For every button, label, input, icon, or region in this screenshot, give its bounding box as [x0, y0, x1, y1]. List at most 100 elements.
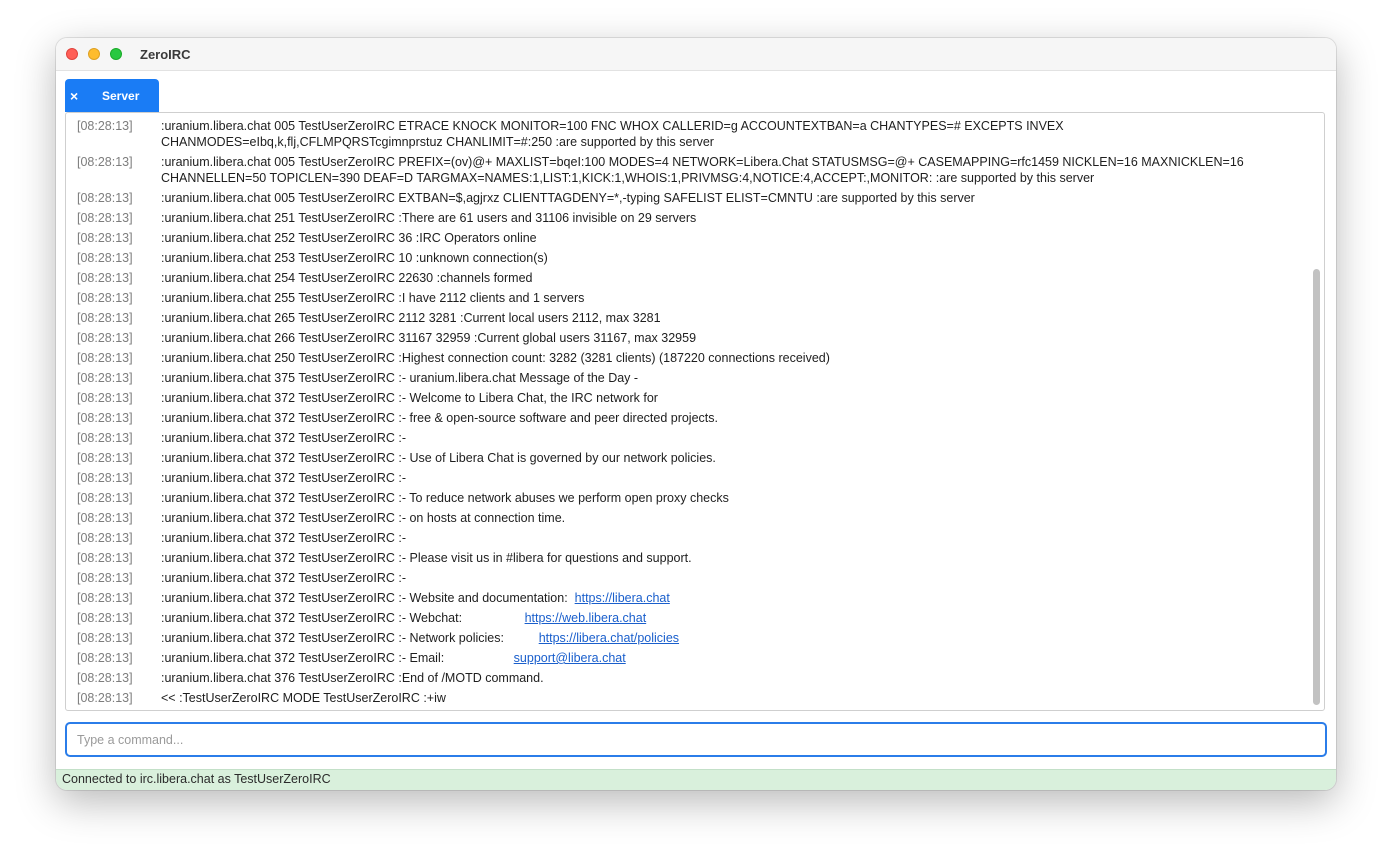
log-message-text: :uranium.libera.chat 005 TestUserZeroIRC… — [161, 119, 1068, 149]
log-message-text: :uranium.libera.chat 372 TestUserZeroIRC… — [161, 391, 658, 405]
log-timestamp: [08:28:13] — [77, 211, 133, 225]
log-line: [08:28:13] :uranium.libera.chat 375 TestU… — [66, 370, 1306, 386]
log-line: [08:28:13] :uranium.libera.chat 372 TestU… — [66, 630, 1306, 646]
log-message-text: :uranium.libera.chat 254 TestUserZeroIRC… — [161, 271, 533, 285]
log-message: :uranium.libera.chat 376 TestUserZeroIRC… — [161, 670, 1306, 686]
tab-label: Server — [102, 89, 140, 103]
log-message-text: :uranium.libera.chat 372 TestUserZeroIRC… — [161, 571, 407, 585]
log-message: :uranium.libera.chat 372 TestUserZeroIRC… — [161, 550, 1306, 566]
log-message-text: :uranium.libera.chat 253 TestUserZeroIRC… — [161, 251, 548, 265]
log-message-text: :uranium.libera.chat 005 TestUserZeroIRC… — [161, 191, 975, 205]
log-line: [08:28:13] :uranium.libera.chat 372 TestU… — [66, 430, 1306, 446]
log-message: :uranium.libera.chat 266 TestUserZeroIRC… — [161, 330, 1306, 346]
log-line: [08:28:13] :uranium.libera.chat 372 TestU… — [66, 590, 1306, 606]
log-message: :uranium.libera.chat 372 TestUserZeroIRC… — [161, 490, 1306, 506]
log-timestamp: [08:28:13] — [77, 611, 133, 625]
log-timestamp: [08:28:13] — [77, 551, 133, 565]
window-maximize-button[interactable] — [110, 48, 122, 60]
log-timestamp: [08:28:13] — [77, 119, 133, 133]
log-message: :uranium.libera.chat 005 TestUserZeroIRC… — [161, 190, 1306, 206]
log-timestamp: [08:28:13] — [77, 155, 133, 169]
log-message: :uranium.libera.chat 265 TestUserZeroIRC… — [161, 310, 1306, 326]
window-minimize-button[interactable] — [88, 48, 100, 60]
log-message: :uranium.libera.chat 372 TestUserZeroIRC… — [161, 610, 1306, 626]
log-message-text: :uranium.libera.chat 372 TestUserZeroIRC… — [161, 591, 575, 605]
log-line: [08:28:13]:uranium.libera.chat 372 TestU… — [66, 470, 1306, 486]
log-line: [08:28:13]:uranium.libera.chat 255 TestU… — [66, 290, 1306, 306]
log-timestamp: [08:28:13] — [77, 271, 133, 285]
log-message: :uranium.libera.chat 372 TestUserZeroIRC… — [161, 430, 1306, 446]
log-message-text: :uranium.libera.chat 372 TestUserZeroIRC… — [161, 511, 566, 525]
log-message-text: :uranium.libera.chat 372 TestUserZeroIRC… — [161, 551, 692, 565]
log-message-text: :uranium.libera.chat 266 TestUserZeroIRC… — [161, 331, 697, 345]
log-timestamp: [08:28:13] — [77, 191, 133, 205]
log-line: [08:28:13] :uranium.libera.chat 372 TestU… — [66, 390, 1306, 406]
log-timestamp: [08:28:13] — [77, 691, 133, 705]
log-message-text: :uranium.libera.chat 372 TestUserZeroIRC… — [161, 411, 718, 425]
log-message: :uranium.libera.chat 250 TestUserZeroIRC… — [161, 350, 1306, 366]
log-message-text: :uranium.libera.chat 252 TestUserZeroIRC… — [161, 231, 537, 245]
log-link[interactable]: https://libera.chat — [575, 591, 670, 605]
message-log[interactable]: [08:28:13] :uranium.libera.chat 005 TestU… — [65, 112, 1325, 711]
log-timestamp: [08:28:13] — [77, 431, 133, 445]
window-close-button[interactable] — [66, 48, 78, 60]
log-message: :uranium.libera.chat 255 TestUserZeroIRC… — [161, 290, 1306, 306]
log-message-text: :uranium.libera.chat 265 TestUserZeroIRC… — [161, 311, 661, 325]
close-icon[interactable]: × — [70, 88, 78, 104]
log-timestamp: [08:28:13] — [77, 331, 133, 345]
log-timestamp: [08:28:13] — [77, 571, 133, 585]
log-line: [08:28:13] :uranium.libera.chat 251 TestU… — [66, 210, 1306, 226]
log-line: [08:28:13]:uranium.libera.chat 372 TestU… — [66, 530, 1306, 546]
log-message-text: :uranium.libera.chat 251 TestUserZeroIRC… — [161, 211, 697, 225]
log-message: :uranium.libera.chat 372 TestUserZeroIRC… — [161, 510, 1306, 526]
log-link[interactable]: https://web.libera.chat — [525, 611, 647, 625]
log-line: [08:28:13] :uranium.libera.chat 266 TestU… — [66, 330, 1306, 346]
message-log-content: [08:28:13] :uranium.libera.chat 005 TestU… — [66, 118, 1306, 710]
log-timestamp: [08:28:13] — [77, 591, 133, 605]
log-line: [08:28:13] :uranium.libera.chat 254 TestU… — [66, 270, 1306, 286]
title-bar[interactable]: ZeroIRC — [56, 38, 1336, 71]
log-message: :uranium.libera.chat 375 TestUserZeroIRC… — [161, 370, 1306, 386]
log-link[interactable]: support@libera.chat — [514, 651, 626, 665]
log-message: :uranium.libera.chat 372 TestUserZeroIRC… — [161, 390, 1306, 406]
window-title: ZeroIRC — [140, 47, 191, 62]
log-timestamp: [08:28:13] — [77, 511, 133, 525]
log-line: [08:28:13]:uranium.libera.chat 250 TestU… — [66, 350, 1306, 366]
log-message: :uranium.libera.chat 372 TestUserZeroIRC… — [161, 450, 1306, 466]
log-message-text: :uranium.libera.chat 255 TestUserZeroIRC… — [161, 291, 585, 305]
log-line: [08:28:13] :uranium.libera.chat 376 TestU… — [66, 670, 1306, 686]
log-message-text: :uranium.libera.chat 005 TestUserZeroIRC… — [161, 155, 1248, 185]
tab-bar: × Server — [56, 71, 1336, 113]
log-line: [08:28:13] :uranium.libera.chat 005 TestU… — [66, 190, 1306, 206]
log-timestamp: [08:28:13] — [77, 491, 133, 505]
log-message-text: :uranium.libera.chat 372 TestUserZeroIRC… — [161, 531, 407, 545]
log-line: [08:28:13] :uranium.libera.chat 372 TestU… — [66, 510, 1306, 526]
log-message: :uranium.libera.chat 254 TestUserZeroIRC… — [161, 270, 1306, 286]
log-timestamp: [08:28:13] — [77, 231, 133, 245]
log-line: [08:28:13] :uranium.libera.chat 372 TestU… — [66, 490, 1306, 506]
log-message: :uranium.libera.chat 253 TestUserZeroIRC… — [161, 250, 1306, 266]
log-line: [08:28:13] :uranium.libera.chat 265 TestU… — [66, 310, 1306, 326]
log-timestamp: [08:28:13] — [77, 451, 133, 465]
log-message-text: :uranium.libera.chat 372 TestUserZeroIRC… — [161, 651, 514, 665]
log-timestamp: [08:28:13] — [77, 671, 133, 685]
log-message: :uranium.libera.chat 005 TestUserZeroIRC… — [161, 154, 1306, 186]
log-message: :uranium.libera.chat 251 TestUserZeroIRC… — [161, 210, 1306, 226]
log-timestamp: [08:28:13] — [77, 251, 133, 265]
log-timestamp: [08:28:13] — [77, 631, 133, 645]
log-message: :uranium.libera.chat 372 TestUserZeroIRC… — [161, 570, 1306, 586]
tab-server[interactable]: × Server — [65, 79, 159, 112]
log-timestamp: [08:28:13] — [77, 311, 133, 325]
log-scrollbar[interactable] — [1313, 269, 1320, 705]
log-message-text: :uranium.libera.chat 376 TestUserZeroIRC… — [161, 671, 544, 685]
command-input[interactable] — [65, 722, 1327, 757]
app-window: ZeroIRC × Server [08:28:13]:uranium.libe… — [56, 38, 1336, 790]
log-timestamp: [08:28:13] — [77, 371, 133, 385]
log-link[interactable]: https://libera.chat/policies — [539, 631, 679, 645]
log-message: :uranium.libera.chat 005 TestUserZeroIRC… — [161, 118, 1306, 150]
log-line: [08:28:13] :uranium.libera.chat 252 TestU… — [66, 230, 1306, 246]
log-message: :uranium.libera.chat 372 TestUserZeroIRC… — [161, 630, 1306, 646]
log-message-text: :uranium.libera.chat 372 TestUserZeroIRC… — [161, 451, 716, 465]
log-timestamp: [08:28:13] — [77, 391, 133, 405]
log-message-text: :uranium.libera.chat 250 TestUserZeroIRC… — [161, 351, 830, 365]
